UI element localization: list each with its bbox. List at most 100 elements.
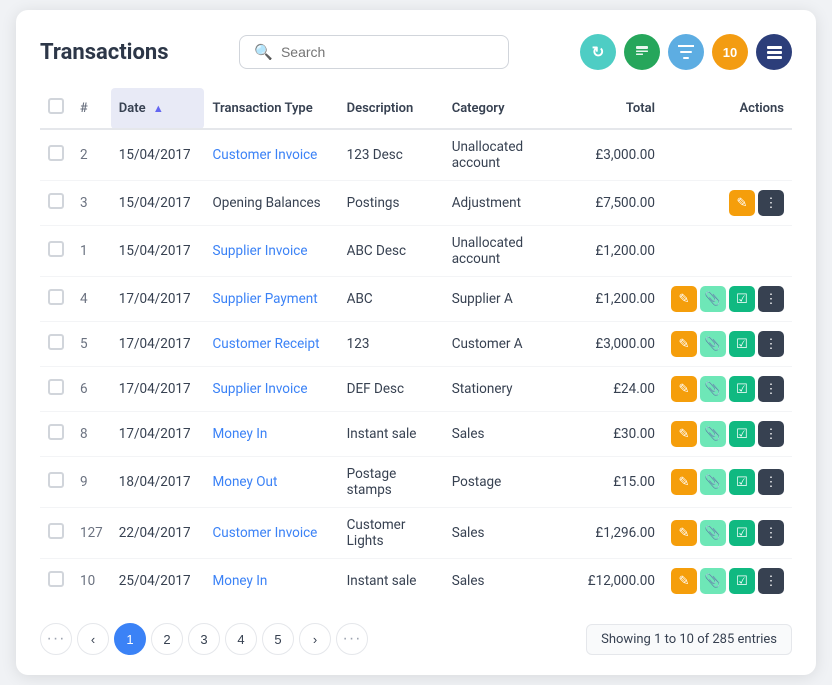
message-button[interactable]: ☑ (729, 469, 755, 495)
more-button[interactable]: ⋮ (758, 520, 784, 546)
table-row: 215/04/2017Customer Invoice123 DescUnall… (40, 129, 792, 181)
row-total: £1,200.00 (574, 226, 663, 277)
actions-group: ✎ 📎 ☑ ⋮ (671, 421, 784, 447)
row-type[interactable]: Supplier Invoice (204, 226, 338, 277)
row-checkbox[interactable] (48, 571, 64, 587)
message-button[interactable]: ☑ (729, 376, 755, 402)
row-category: Supplier A (444, 277, 575, 322)
more-button[interactable]: ⋮ (758, 331, 784, 357)
row-checkbox[interactable] (48, 193, 64, 209)
count-button[interactable]: 10 (712, 34, 748, 70)
page-5[interactable]: 5 (262, 623, 294, 655)
edit-button[interactable]: ✎ (671, 286, 697, 312)
layout-button[interactable] (756, 34, 792, 70)
edit-button[interactable]: ✎ (671, 520, 697, 546)
col-header-actions: Actions (663, 88, 792, 129)
edit-button[interactable]: ✎ (671, 469, 697, 495)
edit-button[interactable]: ✎ (729, 190, 755, 216)
attach-button[interactable]: 📎 (700, 421, 726, 447)
page-next[interactable]: › (299, 623, 331, 655)
search-input[interactable] (281, 44, 494, 60)
row-id: 8 (72, 412, 111, 457)
more-button[interactable]: ⋮ (758, 376, 784, 402)
row-type[interactable]: Customer Invoice (204, 129, 338, 181)
export-icon (634, 44, 650, 60)
col-header-date[interactable]: Date ▲ (111, 88, 205, 129)
transaction-type-link[interactable]: Customer Receipt (212, 336, 319, 352)
row-description: ABC Desc (339, 226, 444, 277)
transactions-card: Transactions 🔍 ↻ 10 (16, 10, 816, 675)
row-type[interactable]: Customer Receipt (204, 322, 338, 367)
page-3[interactable]: 3 (188, 623, 220, 655)
table-row: 115/04/2017Supplier InvoiceABC DescUnall… (40, 226, 792, 277)
transaction-type-link[interactable]: Supplier Invoice (212, 243, 307, 259)
edit-button[interactable]: ✎ (671, 568, 697, 594)
attach-button[interactable]: 📎 (700, 469, 726, 495)
transaction-type-link[interactable]: Supplier Payment (212, 291, 317, 307)
message-button[interactable]: ☑ (729, 286, 755, 312)
transaction-type-link[interactable]: Customer Invoice (212, 525, 317, 541)
col-header-type: Transaction Type (204, 88, 338, 129)
toolbar-icons: ↻ 10 (580, 34, 792, 70)
col-header-total: Total (574, 88, 663, 129)
transaction-type-link[interactable]: Money Out (212, 474, 277, 490)
row-actions: ✎ 📎 ☑ ⋮ (663, 277, 792, 322)
export-button[interactable] (624, 34, 660, 70)
page-ellipsis-end[interactable]: ··· (336, 623, 368, 655)
row-actions: ✎ 📎 ☑ ⋮ (663, 367, 792, 412)
transaction-type-link[interactable]: Money In (212, 573, 267, 589)
row-checkbox[interactable] (48, 334, 64, 350)
transaction-type-link[interactable]: Supplier Invoice (212, 381, 307, 397)
row-type[interactable]: Supplier Payment (204, 277, 338, 322)
filter-button[interactable] (668, 34, 704, 70)
row-description: Postage stamps (339, 457, 444, 508)
row-checkbox[interactable] (48, 289, 64, 305)
row-description: Postings (339, 181, 444, 226)
row-type[interactable]: Customer Invoice (204, 508, 338, 559)
row-checkbox[interactable] (48, 145, 64, 161)
message-button[interactable]: ☑ (729, 568, 755, 594)
attach-button[interactable]: 📎 (700, 286, 726, 312)
row-checkbox[interactable] (48, 424, 64, 440)
attach-button[interactable]: 📎 (700, 568, 726, 594)
row-type[interactable]: Money Out (204, 457, 338, 508)
row-category: Customer A (444, 322, 575, 367)
page-2[interactable]: 2 (151, 623, 183, 655)
page-ellipsis-start[interactable]: ··· (40, 623, 72, 655)
attach-button[interactable]: 📎 (700, 376, 726, 402)
more-button[interactable]: ⋮ (758, 286, 784, 312)
edit-button[interactable]: ✎ (671, 331, 697, 357)
row-category: Postage (444, 457, 575, 508)
row-type[interactable]: Money In (204, 412, 338, 457)
more-button[interactable]: ⋮ (758, 421, 784, 447)
message-button[interactable]: ☑ (729, 520, 755, 546)
page-prev[interactable]: ‹ (77, 623, 109, 655)
row-date: 17/04/2017 (111, 367, 205, 412)
attach-button[interactable]: 📎 (700, 331, 726, 357)
row-checkbox[interactable] (48, 241, 64, 257)
row-checkbox[interactable] (48, 523, 64, 539)
actions-group: ✎ 📎 ☑ ⋮ (671, 520, 784, 546)
select-all-checkbox[interactable] (48, 98, 64, 114)
attach-button[interactable]: 📎 (700, 520, 726, 546)
col-header-desc: Description (339, 88, 444, 129)
edit-button[interactable]: ✎ (671, 376, 697, 402)
more-button[interactable]: ⋮ (758, 469, 784, 495)
filter-icon (678, 45, 694, 59)
more-button[interactable]: ⋮ (758, 190, 784, 216)
transaction-type-link[interactable]: Customer Invoice (212, 147, 317, 163)
message-button[interactable]: ☑ (729, 421, 755, 447)
row-checkbox[interactable] (48, 472, 64, 488)
row-checkbox[interactable] (48, 379, 64, 395)
page-4[interactable]: 4 (225, 623, 257, 655)
message-button[interactable]: ☑ (729, 331, 755, 357)
row-type[interactable]: Supplier Invoice (204, 367, 338, 412)
actions-group: ✎ 📎 ☑ ⋮ (671, 376, 784, 402)
row-description: 123 (339, 322, 444, 367)
refresh-button[interactable]: ↻ (580, 34, 616, 70)
edit-button[interactable]: ✎ (671, 421, 697, 447)
page-1[interactable]: 1 (114, 623, 146, 655)
more-button[interactable]: ⋮ (758, 568, 784, 594)
row-type[interactable]: Money In (204, 559, 338, 604)
transaction-type-link[interactable]: Money In (212, 426, 267, 442)
